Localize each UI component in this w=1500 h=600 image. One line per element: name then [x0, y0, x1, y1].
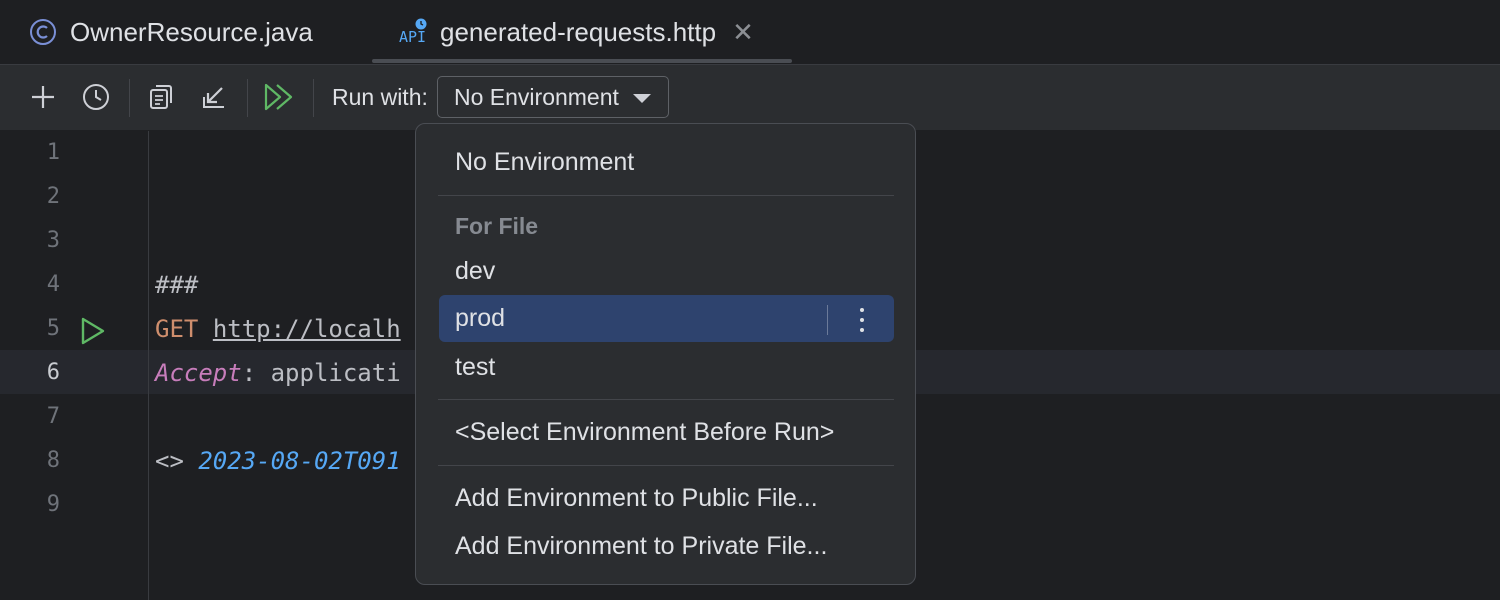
environment-dropdown: No Environment For File dev prod test <S… — [415, 123, 916, 585]
toolbar-separator — [313, 79, 314, 117]
line-number: 2 — [46, 184, 60, 209]
option-select-before-run[interactable]: <Select Environment Before Run> — [455, 418, 834, 447]
toolbar-separator — [247, 79, 248, 117]
option-no-environment[interactable]: No Environment — [455, 148, 634, 177]
plus-icon — [32, 86, 54, 108]
clock-icon — [83, 84, 109, 110]
header-name: Accept — [155, 359, 242, 387]
class-icon — [28, 17, 58, 47]
active-tab-indicator — [372, 59, 792, 63]
option-add-public[interactable]: Add Environment to Public File... — [455, 484, 818, 513]
tab-generated-requests[interactable]: API generated-requests.http ✕ — [398, 0, 754, 64]
dropdown-separator — [438, 399, 894, 400]
import-arrow-icon — [203, 87, 224, 108]
option-test[interactable]: test — [455, 353, 495, 382]
option-add-private[interactable]: Add Environment to Private File... — [455, 532, 827, 561]
caret-down-icon — [633, 94, 651, 103]
section-for-file: For File — [455, 213, 539, 239]
request-line: GET http://localh — [155, 307, 401, 351]
gutter-divider — [148, 131, 149, 600]
option-divider — [827, 305, 828, 335]
history-button[interactable] — [78, 79, 114, 115]
api-icon: API — [398, 17, 428, 47]
response-timestamp[interactable]: 2023-08-02T091 — [198, 447, 400, 475]
document-icon — [150, 85, 172, 109]
header-separator: : — [241, 359, 271, 387]
http-client-toolbar: Run with: No Environment — [0, 65, 1500, 130]
run-all-button[interactable] — [261, 79, 297, 115]
run-all-icon — [264, 83, 293, 111]
header-line: Accept: applicati — [155, 351, 401, 395]
line-number: 1 — [46, 140, 60, 165]
dropdown-separator — [438, 465, 894, 466]
close-icon[interactable]: ✕ — [732, 17, 754, 48]
environment-select-value: No Environment — [454, 83, 619, 110]
run-with-label: Run with: — [332, 84, 428, 110]
request-separator: ### — [155, 271, 199, 299]
import-button[interactable] — [196, 79, 232, 115]
tab-label: OwnerResource.java — [70, 16, 313, 47]
environment-select[interactable]: No Environment — [437, 76, 669, 118]
header-value: applicati — [270, 359, 401, 387]
run-request-gutter-icon[interactable] — [79, 316, 107, 346]
option-dev[interactable]: dev — [455, 257, 495, 286]
add-request-button[interactable] — [25, 79, 61, 115]
examples-button[interactable] — [143, 79, 179, 115]
api-icon-text: API — [399, 28, 426, 46]
toolbar-separator — [129, 79, 130, 117]
more-options-icon[interactable] — [854, 306, 870, 334]
line-number: 3 — [46, 228, 60, 253]
line-number-active: 6 — [46, 360, 60, 385]
request-url[interactable]: http://localh — [213, 315, 401, 343]
option-prod[interactable]: prod — [455, 304, 505, 333]
http-method: GET — [155, 315, 199, 343]
tab-owner-resource[interactable]: OwnerResource.java — [28, 0, 313, 64]
line-number: 5 — [46, 316, 60, 341]
line-number: 7 — [46, 404, 60, 429]
tab-label: generated-requests.http — [440, 16, 717, 47]
line-number: 9 — [46, 492, 60, 517]
line-number: 8 — [46, 448, 60, 473]
response-reference-line: <> 2023-08-02T091 — [155, 439, 401, 483]
dropdown-separator — [438, 195, 894, 196]
response-prefix: <> — [155, 447, 199, 475]
line-number: 4 — [46, 272, 60, 297]
option-prod-selected-bg[interactable] — [439, 295, 894, 342]
editor-tab-bar: OwnerResource.java API generated-request… — [0, 0, 1500, 65]
